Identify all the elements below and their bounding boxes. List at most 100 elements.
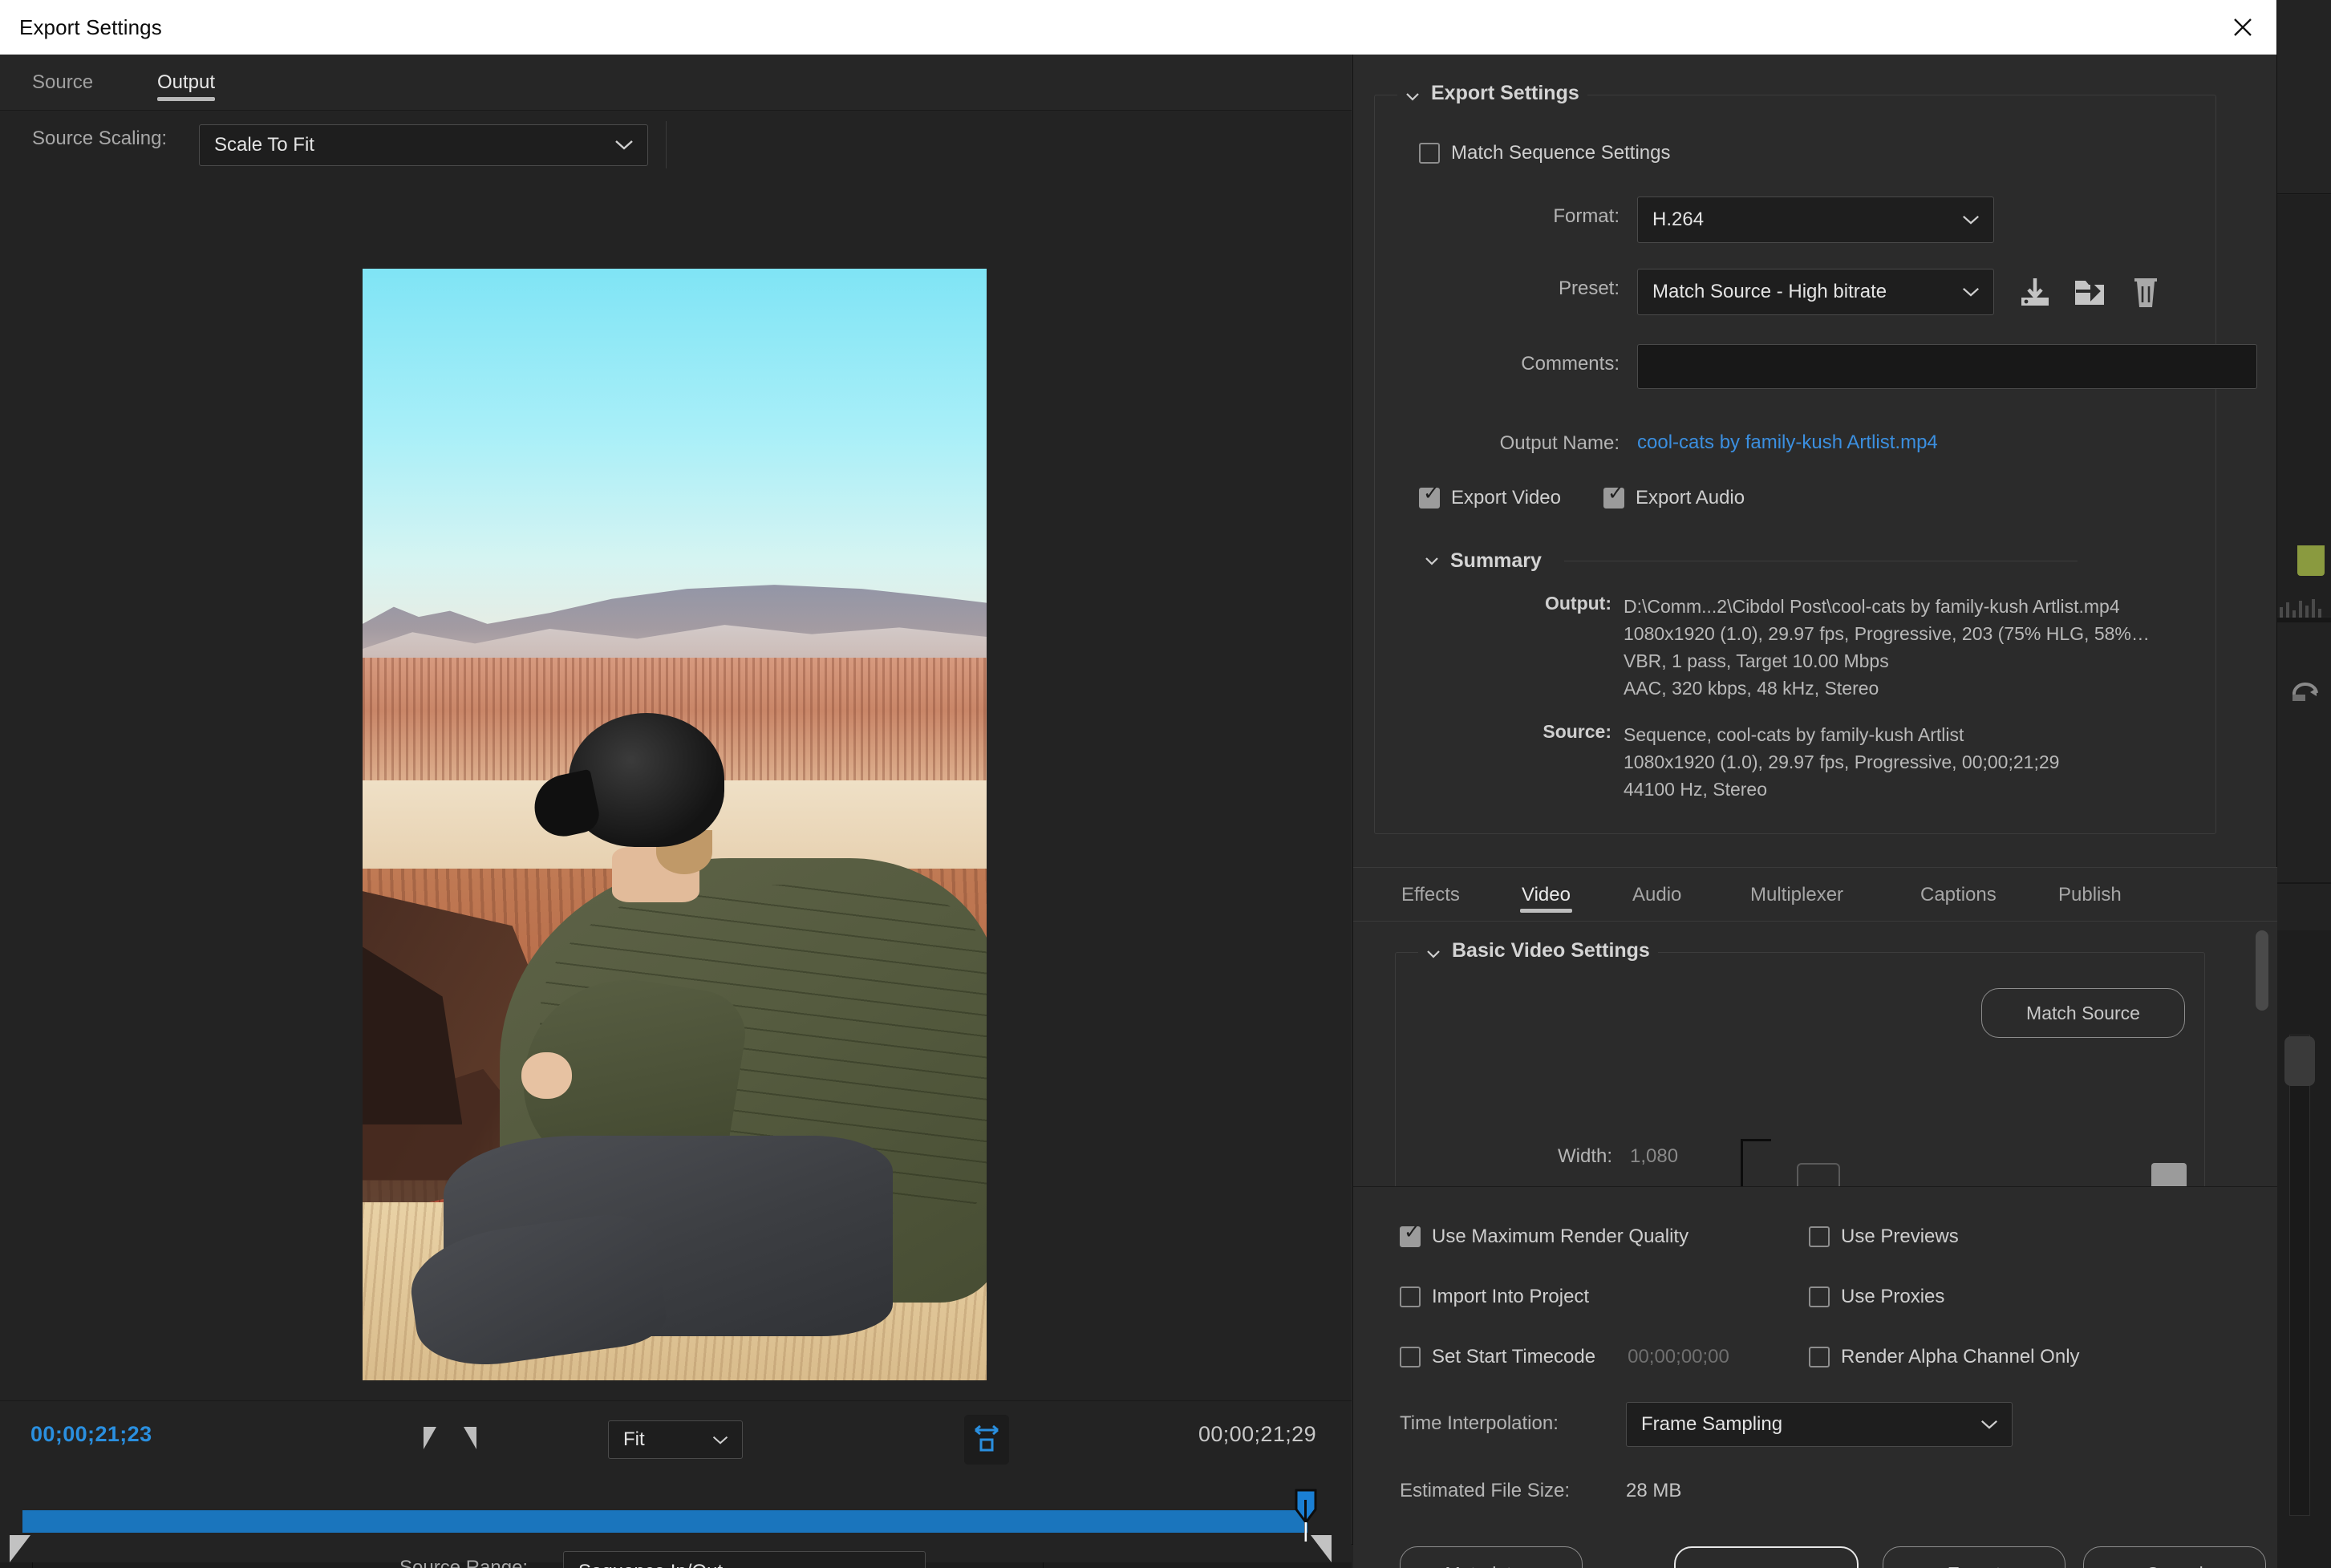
tab-video[interactable]: Video [1522, 868, 1571, 922]
in-point-handle[interactable] [10, 1535, 30, 1562]
metadata-button[interactable]: Metadata... [1400, 1546, 1583, 1568]
link-dimensions-icon[interactable] [1797, 1163, 1840, 1186]
summary-source-line-2: 1080x1920 (1.0), 29.97 fps, Progressive,… [1624, 748, 2059, 776]
chevron-down-icon [893, 1561, 912, 1568]
tab-multiplexer-label: Multiplexer [1750, 884, 1843, 906]
use-previews-row[interactable]: Use Previews [1809, 1226, 1959, 1248]
chevron-down-icon[interactable] [1425, 554, 1439, 569]
width-label: Width: [1396, 1145, 1612, 1168]
zoom-level-value: Fit [623, 1428, 645, 1451]
queue-button[interactable]: Queue [1674, 1546, 1859, 1568]
match-sequence-settings-checkbox[interactable] [1419, 143, 1440, 164]
work-area-bar[interactable] [22, 1510, 1307, 1533]
use-max-render-quality-row[interactable]: Use Maximum Render Quality [1400, 1226, 1688, 1248]
use-proxies-checkbox[interactable] [1809, 1286, 1830, 1307]
preview-pane: Source Output Source Scaling: Scale To F… [0, 55, 1352, 1544]
set-start-timecode-checkbox[interactable] [1400, 1347, 1421, 1367]
comments-input[interactable] [1637, 344, 2257, 389]
use-max-render-quality-checkbox[interactable] [1400, 1226, 1421, 1247]
chevron-down-icon[interactable] [1405, 87, 1420, 101]
playhead-handle[interactable] [1294, 1489, 1318, 1542]
source-range-value: Sequence In/Out [578, 1561, 723, 1568]
set-out-point-icon[interactable] [464, 1427, 476, 1449]
basic-video-settings-group: Basic Video Settings Match Source Width:… [1395, 952, 2205, 1186]
output-name-link[interactable]: cool-cats by family-kush Artlist.mp4 [1637, 432, 1938, 454]
transport-bar: 00;00;21;23 Fit 00;00;21;29 [0, 1400, 1352, 1474]
comments-label: Comments: [1375, 353, 1620, 375]
source-scaling-dropdown[interactable]: Scale To Fit [199, 124, 648, 166]
match-source-button[interactable]: Match Source [1981, 988, 2185, 1038]
current-timecode[interactable]: 00;00;21;23 [30, 1422, 152, 1447]
summary-output-line-3: VBR, 1 pass, Target 10.00 Mbps [1624, 647, 2150, 675]
summary-output-line-1: D:\Comm...2\Cibdol Post\cool-cats by fam… [1624, 593, 2150, 620]
source-range-dropdown[interactable]: Sequence In/Out [563, 1551, 926, 1568]
background-audio-fader-track [2289, 1035, 2310, 1516]
delete-preset-icon[interactable] [2127, 273, 2164, 314]
summary-output-lines: D:\Comm...2\Cibdol Post\cool-cats by fam… [1624, 593, 2150, 702]
export-video-row[interactable]: Export Video [1419, 487, 1561, 509]
tab-audio-label: Audio [1632, 884, 1681, 906]
width-reset-toggle[interactable] [2151, 1163, 2187, 1186]
format-dropdown[interactable]: H.264 [1637, 197, 1994, 243]
tab-output[interactable]: Output [157, 55, 215, 111]
source-scaling-value: Scale To Fit [214, 134, 314, 156]
tab-audio[interactable]: Audio [1632, 868, 1681, 922]
time-interpolation-dropdown[interactable]: Frame Sampling [1626, 1402, 2013, 1447]
import-preset-icon[interactable] [2071, 273, 2108, 314]
out-point-handle[interactable] [1311, 1535, 1332, 1562]
import-into-project-row[interactable]: Import Into Project [1400, 1286, 1589, 1308]
screen-root: Export Settings Source Output Source Sca… [0, 0, 2331, 1568]
preset-dropdown[interactable]: Match Source - High bitrate [1637, 269, 1994, 315]
tab-effects-label: Effects [1401, 884, 1460, 906]
save-preset-icon[interactable] [2017, 273, 2053, 314]
match-sequence-settings-row[interactable]: Match Sequence Settings [1419, 142, 1671, 164]
tab-publish[interactable]: Publish [2058, 868, 2122, 922]
preview-sky [363, 269, 987, 635]
video-preview-area [0, 168, 1352, 1400]
zoom-level-dropdown[interactable]: Fit [608, 1420, 743, 1459]
summary-output-key: Output: [1375, 593, 1611, 614]
chevron-down-icon[interactable] [1426, 944, 1441, 958]
video-preview-frame[interactable] [363, 269, 987, 1380]
export-audio-row[interactable]: Export Audio [1603, 487, 1745, 509]
settings-pane: Export Settings Match Sequence Settings … [1352, 55, 2276, 1544]
tab-multiplexer[interactable]: Multiplexer [1750, 868, 1843, 922]
export-audio-checkbox[interactable] [1603, 488, 1624, 508]
set-in-point-icon[interactable] [424, 1427, 436, 1449]
video-panel-scrollbar-thumb[interactable] [2256, 930, 2268, 1011]
export-video-checkbox[interactable] [1419, 488, 1440, 508]
set-start-timecode-value[interactable]: 00;00;00;00 [1628, 1346, 1729, 1368]
basic-video-settings-header[interactable]: Basic Video Settings [1418, 939, 1658, 962]
fit-to-frame-icon[interactable] [964, 1415, 1009, 1465]
cancel-button[interactable]: Cancel [2083, 1546, 2266, 1568]
set-start-timecode-row[interactable]: Set Start Timecode 00;00;00;00 [1400, 1346, 1729, 1368]
tab-source[interactable]: Source [32, 55, 93, 111]
tab-video-underline [1520, 909, 1572, 913]
use-max-render-quality-label: Use Maximum Render Quality [1432, 1226, 1688, 1248]
render-alpha-channel-only-checkbox[interactable] [1809, 1347, 1830, 1367]
background-panel-top [2275, 50, 2331, 194]
basic-video-settings-label: Basic Video Settings [1452, 939, 1650, 962]
use-proxies-label: Use Proxies [1841, 1286, 1944, 1308]
summary-header[interactable]: Summary [1425, 549, 2078, 573]
background-divider-1 [2275, 618, 2331, 622]
settings-tabs: Effects Video Audio Multiplexer Captions… [1353, 867, 2277, 922]
import-into-project-checkbox[interactable] [1400, 1286, 1421, 1307]
width-value[interactable]: 1,080 [1630, 1145, 1678, 1168]
export-button[interactable]: Export [1883, 1546, 2065, 1568]
tab-captions[interactable]: Captions [1920, 868, 1997, 922]
export-settings-group-header[interactable]: Export Settings [1397, 82, 1587, 105]
use-proxies-row[interactable]: Use Proxies [1809, 1286, 1944, 1308]
use-previews-checkbox[interactable] [1809, 1226, 1830, 1247]
output-name-label: Output Name: [1375, 432, 1620, 455]
chevron-down-icon [1961, 281, 1980, 303]
tab-effects[interactable]: Effects [1401, 868, 1460, 922]
close-icon[interactable] [2209, 0, 2276, 55]
dialog-titlebar: Export Settings [0, 0, 2276, 55]
video-panel-scrollbar[interactable] [2256, 930, 2268, 1171]
tab-output-underline [157, 97, 215, 101]
render-alpha-channel-only-row[interactable]: Render Alpha Channel Only [1809, 1346, 2080, 1368]
time-interpolation-label: Time Interpolation: [1400, 1412, 1559, 1435]
background-loop-icon [2289, 674, 2321, 706]
tab-video-label: Video [1522, 884, 1571, 906]
